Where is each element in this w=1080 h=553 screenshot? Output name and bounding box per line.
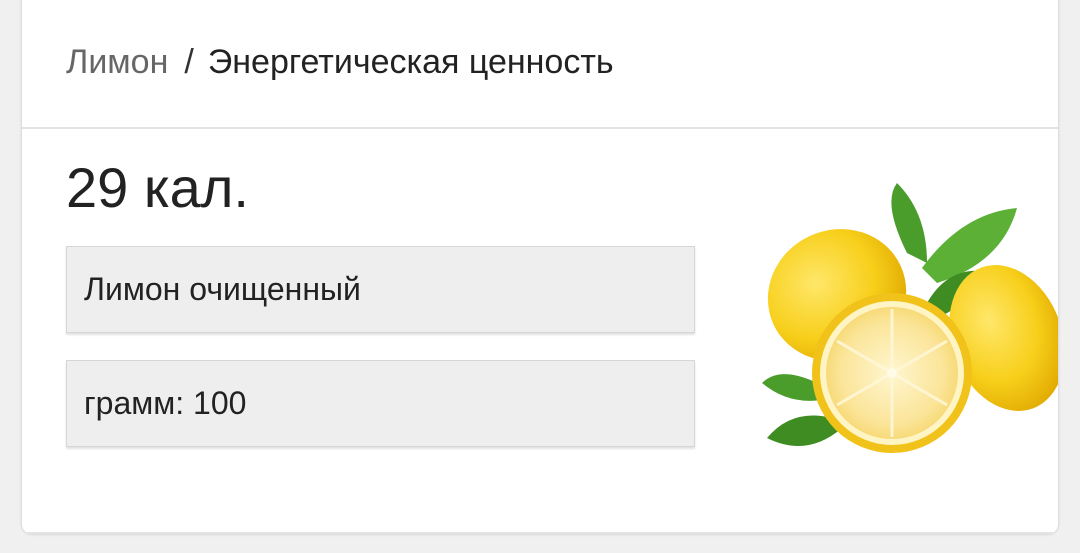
breadcrumb-separator: / — [184, 43, 194, 81]
grams-input[interactable]: грамм: 100 — [66, 360, 695, 447]
card-header: Лимон / Энергетическая ценность — [22, 0, 1058, 129]
energy-value-card: Лимон / Энергетическая ценность 29 кал. Ли… — [22, 0, 1058, 534]
breadcrumb-parent-link[interactable]: Лимон — [66, 43, 168, 81]
card-divider — [22, 532, 1058, 534]
product-select-value: Лимон очищенный — [84, 271, 361, 307]
calorie-value: 29 кал. — [66, 156, 249, 219]
lemon-image — [762, 183, 1058, 453]
grams-input-value: грамм: 100 — [84, 385, 247, 421]
breadcrumb-current: Энергетическая ценность — [207, 43, 614, 81]
breadcrumb: Лимон / Энергетическая ценность — [66, 40, 614, 84]
product-select[interactable]: Лимон очищенный — [66, 246, 695, 333]
